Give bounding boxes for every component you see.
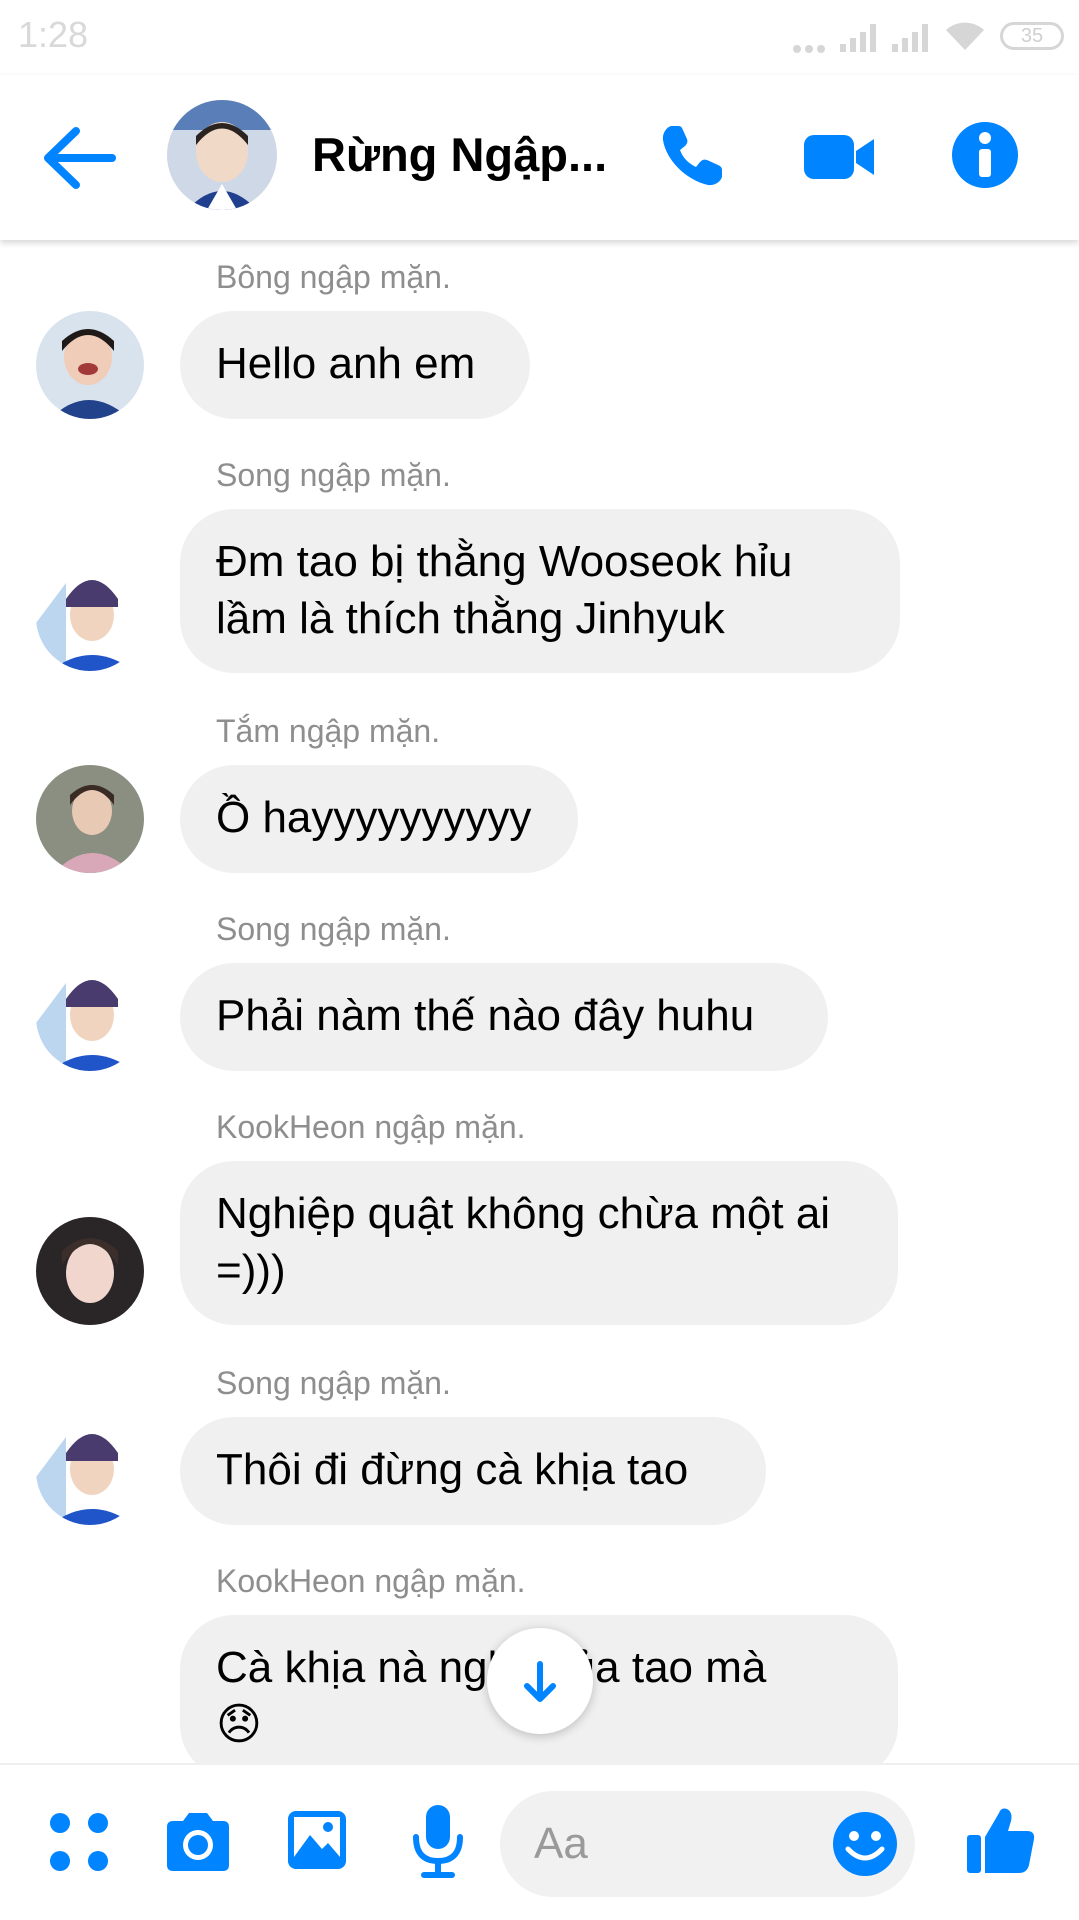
camera-icon — [167, 1813, 229, 1871]
four-dots-icon — [50, 1813, 108, 1871]
group-avatar[interactable] — [167, 100, 277, 210]
gallery-button[interactable] — [286, 1809, 348, 1871]
back-button[interactable] — [40, 125, 120, 191]
arrow-left-icon — [44, 127, 116, 189]
message-text: Nghiệp quật không chừa một ai =))) — [216, 1189, 831, 1295]
message-text: Thôi đi đừng cà khịa tao — [216, 1445, 689, 1494]
status-time: 1:28 — [18, 14, 89, 55]
message-text: Hello anh em — [216, 339, 476, 388]
microphone-button[interactable] — [412, 1803, 464, 1879]
more-actions-button[interactable] — [48, 1811, 110, 1873]
chat-title[interactable]: Rừng Ngập... — [312, 127, 607, 182]
smiley-icon — [833, 1812, 897, 1876]
message-emoji: 😞 — [216, 1699, 262, 1750]
sender-avatar[interactable] — [36, 311, 144, 419]
message-text: Phải nàm thế nào đây huhu — [216, 991, 755, 1040]
message-bubble[interactable]: Đm tao bị thằng Wooseok hỉu lầm là thích… — [180, 509, 900, 673]
thumbs-up-icon — [967, 1808, 1035, 1873]
image-icon — [288, 1811, 346, 1869]
battery-level: 35 — [1020, 25, 1044, 47]
call-button[interactable] — [658, 120, 728, 190]
sender-name: Tắm ngập mặn. — [216, 713, 441, 749]
chat-header: Rừng Ngập... — [0, 75, 1079, 240]
message-text: Ồ hayyyyyyyyyy — [216, 793, 532, 842]
emoji-button[interactable] — [830, 1809, 900, 1879]
arrow-down-icon — [524, 1661, 556, 1702]
video-camera-icon — [804, 135, 874, 179]
like-button[interactable] — [965, 1805, 1037, 1877]
camera-button[interactable] — [163, 1809, 233, 1873]
signal-icon — [840, 22, 884, 52]
wifi-icon — [944, 20, 986, 57]
message-bubble[interactable]: Hello anh em — [180, 311, 530, 419]
message-bubble[interactable]: Phải nàm thế nào đây huhu — [180, 963, 828, 1071]
battery-icon: 35 — [1000, 22, 1064, 50]
sender-avatar[interactable] — [36, 963, 144, 1071]
sender-name: Song ngập mặn. — [216, 457, 451, 493]
sender-avatar[interactable] — [36, 563, 144, 671]
phone-icon — [662, 126, 722, 186]
info-icon — [952, 122, 1018, 188]
signal-icon — [892, 22, 936, 52]
message-composer — [0, 1763, 1079, 1920]
sender-name: Song ngập mặn. — [216, 911, 451, 947]
info-button[interactable] — [950, 120, 1020, 190]
sender-name: KookHeon ngập mặn. — [216, 1563, 526, 1599]
sender-avatar[interactable] — [36, 1417, 144, 1525]
notification-dots-icon — [793, 40, 829, 58]
sender-name: Song ngập mặn. — [216, 1365, 451, 1401]
message-bubble[interactable]: Nghiệp quật không chừa một ai =))) — [180, 1161, 898, 1325]
video-call-button[interactable] — [800, 127, 880, 187]
microphone-icon — [413, 1805, 463, 1878]
sender-name: Bông ngập mặn. — [216, 259, 451, 295]
sender-avatar[interactable] — [36, 1217, 144, 1325]
message-text: Đm tao bị thằng Wooseok hỉu lầm là thích… — [216, 537, 793, 643]
message-input[interactable] — [534, 1791, 814, 1897]
message-input-field[interactable] — [500, 1791, 915, 1897]
sender-name: KookHeon ngập mặn. — [216, 1109, 526, 1145]
scroll-to-bottom-button[interactable] — [487, 1628, 593, 1734]
message-bubble[interactable]: Thôi đi đừng cà khịa tao — [180, 1417, 766, 1525]
status-bar: 1:28 35 — [0, 0, 1079, 75]
message-bubble[interactable]: Ồ hayyyyyyyyyy — [180, 765, 578, 873]
sender-avatar[interactable] — [36, 765, 144, 873]
